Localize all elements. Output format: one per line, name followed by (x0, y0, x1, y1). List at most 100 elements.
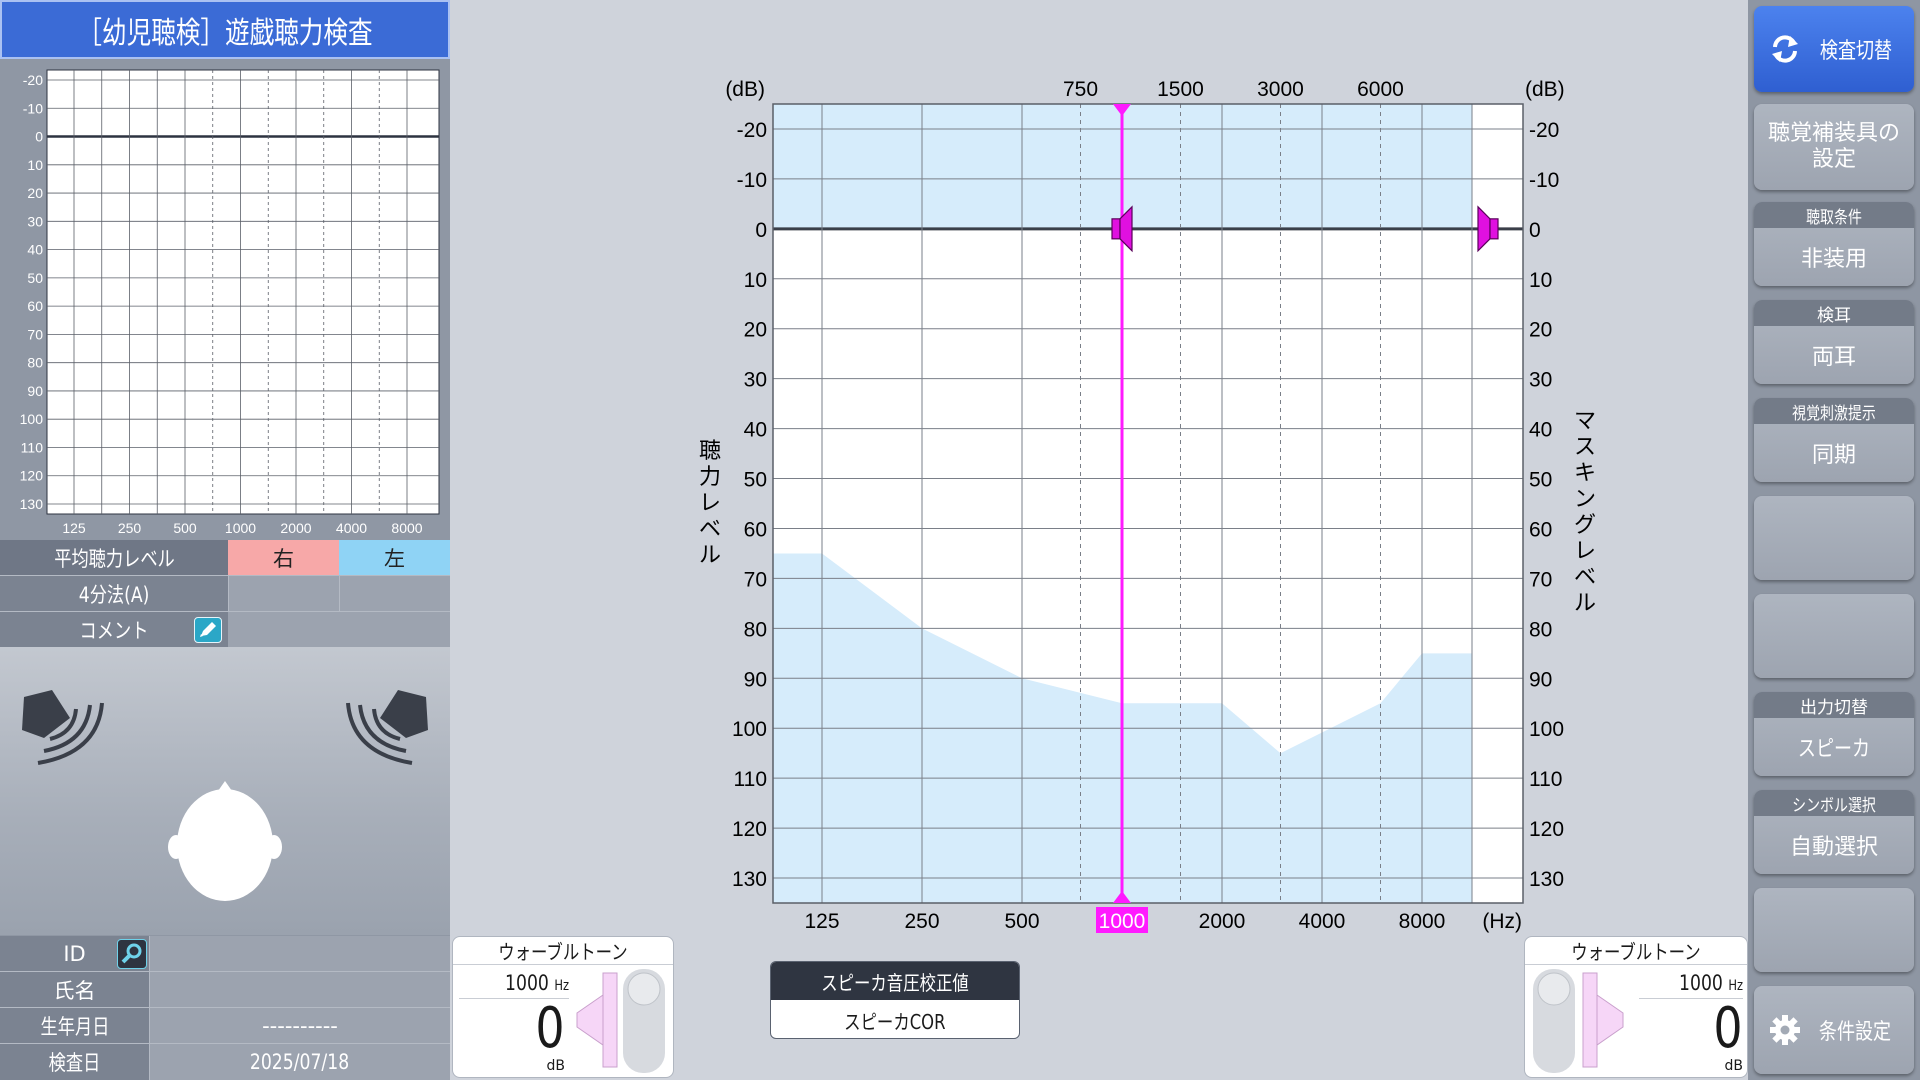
y-tick-label-left: 30 (744, 369, 767, 392)
hearing-aid-settings-button[interactable]: 聴覚補装具の設定 (1754, 104, 1914, 190)
right-ear-average (228, 576, 339, 611)
audiogram-chart[interactable]: -20 -20 -10 -10 0 0 10 10 20 20 30 30 40 40 50 50 60 60 70… (680, 68, 1600, 943)
comment-edit-icon[interactable] (194, 617, 222, 643)
name-value (150, 972, 450, 1007)
y-tick-label-left: 80 (744, 618, 767, 641)
symbol-select-caption: シンボル選択 (1754, 790, 1914, 816)
left-ear-average (339, 576, 450, 611)
left-speaker-icon (22, 690, 104, 765)
y-tick-label-right: 50 (1529, 469, 1552, 492)
right-tone-frequency: 1000 Hz (1639, 971, 1743, 999)
y-tick-label-right: 80 (1529, 618, 1552, 641)
speaker-cor-value[interactable]: スピーカCOR (771, 1000, 1019, 1038)
y-tick-label-left: 50 (744, 469, 767, 492)
empty-button-1 (1754, 496, 1914, 580)
mini-y-tick-label: 130 (20, 496, 44, 512)
comment-value[interactable] (228, 612, 450, 647)
x-tick-label-bottom: 4000 (1299, 910, 1346, 933)
speaker-cor-panel[interactable]: スピーカ音圧校正値 スピーカCOR (770, 961, 1020, 1039)
output-switch-caption: 出力切替 (1754, 692, 1914, 718)
left-tone-type: ウォーブルトーン (453, 937, 673, 965)
y-tick-label-left: 60 (744, 518, 767, 541)
mini-y-tick-label: 0 (35, 129, 43, 145)
test-ear-caption: 検耳 (1754, 300, 1914, 326)
output-switch-button[interactable]: 出力切替 スピーカ (1754, 692, 1914, 776)
id-row: ID (0, 936, 450, 972)
mini-x-tick-label: 8000 (391, 520, 422, 536)
y-tick-label-right: 130 (1529, 868, 1564, 891)
x-tick-label-selected: 1000 (1099, 910, 1146, 933)
mini-audiogram: -20 -10 0 10 20 30 40 50 60 70 80 90 100 110 120 130 125… (0, 62, 450, 539)
speaker-position-area (0, 647, 450, 935)
birth-label: 生年月日 (0, 1008, 150, 1043)
listening-condition-caption: 聴取条件 (1754, 202, 1914, 228)
refresh-icon (1771, 35, 1798, 63)
mini-x-tick-label: 125 (62, 520, 86, 536)
y-unit-label-left: (dB) (725, 78, 765, 101)
y-tick-label-left: 40 (744, 419, 767, 442)
y-tick-label-right: 0 (1529, 219, 1541, 242)
mini-y-tick-label: 80 (27, 355, 43, 371)
empty-button-3 (1754, 888, 1914, 972)
mini-x-tick-label: 1000 (225, 520, 256, 536)
birth-row: 生年月日 ---------- (0, 1008, 450, 1044)
mini-x-tick-label: 2000 (280, 520, 311, 536)
y-tick-label-left: 130 (732, 868, 767, 891)
y-tick-label-left: -10 (737, 169, 767, 192)
id-search-icon[interactable] (117, 939, 147, 969)
test-title: ［幼児聴検］遊戯聴力検査 (0, 0, 450, 59)
x-tick-label-bottom: 500 (1004, 910, 1039, 933)
y-tick-label-left: 70 (744, 568, 767, 591)
id-value[interactable] (150, 936, 450, 971)
comment-label: コメント (0, 612, 228, 647)
listening-condition-value: 非装用 (1800, 247, 1867, 272)
visual-stimulus-button[interactable]: 視覚刺激提示 同期 (1754, 398, 1914, 482)
y-tick-label-right: -20 (1529, 119, 1559, 142)
id-label: ID (0, 936, 150, 971)
y-tick-label-right: 30 (1529, 369, 1552, 392)
y-tick-label-left: 100 (732, 718, 767, 741)
name-label: 氏名 (0, 972, 150, 1007)
x-tick-label-top: 750 (1063, 78, 1098, 101)
name-row: 氏名 (0, 972, 450, 1008)
average-header-row: 平均聴力レベル 右 左 (0, 540, 450, 576)
symbol-select-button[interactable]: シンボル選択 自動選択 (1754, 790, 1914, 874)
x-tick-label-bottom: 2000 (1199, 910, 1246, 933)
test-switch-button[interactable]: 検査切替 (1754, 6, 1914, 92)
x-tick-label-top: 3000 (1257, 78, 1304, 101)
y-tick-label-right: 20 (1529, 319, 1552, 342)
y-tick-label-left: 10 (744, 269, 767, 292)
right-tone-level-unit: dB (1724, 1058, 1744, 1074)
y-tick-label-left: 20 (744, 319, 767, 342)
method-label[interactable]: 4分法(A) (0, 576, 228, 611)
mini-y-tick-label: 20 (27, 185, 43, 201)
right-output-speaker-icon (1533, 969, 1624, 1073)
right-sidebar: 検査切替 聴覚補装具の設定 聴取条件 非装用 検耳 両耳 視覚刺激提示 同期 出… (1748, 0, 1920, 1080)
y-axis-title-left: 聴力レベル (699, 438, 721, 567)
mini-y-tick-label: 120 (20, 468, 44, 484)
y-tick-label-left: -20 (737, 119, 767, 142)
visual-stimulus-caption: 視覚刺激提示 (1754, 398, 1914, 424)
symbol-select-value: 自動選択 (1789, 835, 1878, 860)
right-tone-panel: ウォーブルトーン 1000 Hz 0 dB (1524, 936, 1748, 1078)
condition-settings-button[interactable]: 条件設定 (1754, 986, 1914, 1074)
gear-icon (1769, 1015, 1800, 1045)
x-tick-label-top: 6000 (1357, 78, 1404, 101)
x-tick-label-bottom: 8000 (1399, 910, 1446, 933)
mini-x-tick-label: 4000 (336, 520, 367, 536)
average-level-label: 平均聴力レベル (0, 540, 228, 575)
listening-condition-button[interactable]: 聴取条件 非装用 (1754, 202, 1914, 286)
mini-y-tick-label: 50 (27, 270, 43, 286)
empty-button-2 (1754, 594, 1914, 678)
test-ear-button[interactable]: 検耳 両耳 (1754, 300, 1914, 384)
mini-y-tick-label: 60 (27, 298, 43, 314)
left-output-speaker-icon (576, 969, 665, 1073)
y-tick-label-right: 40 (1529, 419, 1552, 442)
mini-y-tick-label: 110 (21, 439, 44, 455)
mini-x-tick-label: 500 (173, 520, 197, 536)
y-tick-label-left: 0 (755, 219, 767, 242)
mini-y-tick-label: 70 (27, 326, 43, 342)
right-tone-level: 0 (1713, 996, 1743, 1061)
test-ear-value: 両耳 (1811, 345, 1856, 370)
visual-stimulus-value: 同期 (1811, 443, 1856, 468)
